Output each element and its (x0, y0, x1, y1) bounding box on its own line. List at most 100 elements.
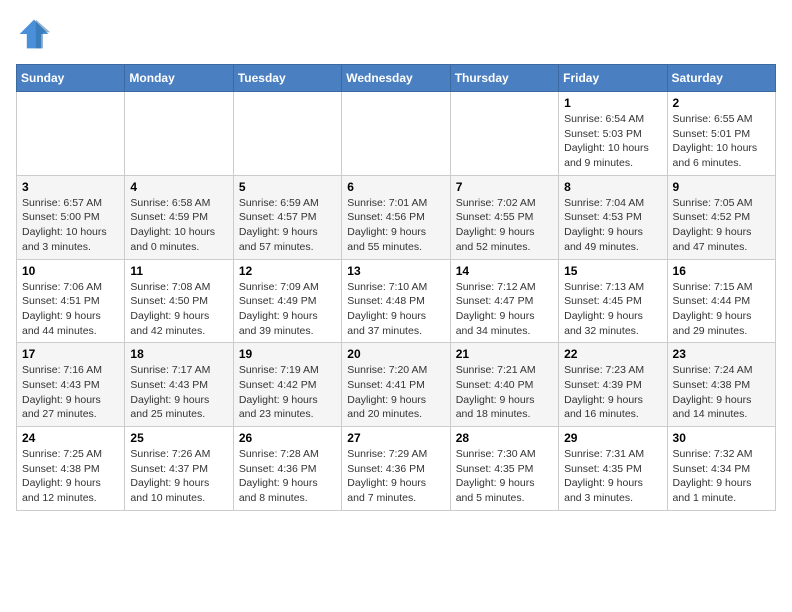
day-number: 18 (130, 347, 227, 361)
day-info: Sunrise: 7:16 AM Sunset: 4:43 PM Dayligh… (22, 363, 119, 422)
day-info: Sunrise: 7:24 AM Sunset: 4:38 PM Dayligh… (673, 363, 770, 422)
day-number: 22 (564, 347, 661, 361)
day-info: Sunrise: 7:20 AM Sunset: 4:41 PM Dayligh… (347, 363, 444, 422)
day-number: 1 (564, 96, 661, 110)
logo (16, 16, 58, 52)
day-number: 5 (239, 180, 336, 194)
calendar-cell: 21 Sunrise: 7:21 AM Sunset: 4:40 PM Dayli… (450, 343, 558, 427)
calendar-cell: 3 Sunrise: 6:57 AM Sunset: 5:00 PM Daylig… (17, 175, 125, 259)
calendar-cell: 13 Sunrise: 7:10 AM Sunset: 4:48 PM Dayli… (342, 259, 450, 343)
calendar-cell: 2 Sunrise: 6:55 AM Sunset: 5:01 PM Daylig… (667, 92, 775, 176)
day-number: 20 (347, 347, 444, 361)
day-info: Sunrise: 6:55 AM Sunset: 5:01 PM Dayligh… (673, 112, 770, 171)
calendar-cell (233, 92, 341, 176)
day-number: 26 (239, 431, 336, 445)
calendar-cell: 6 Sunrise: 7:01 AM Sunset: 4:56 PM Daylig… (342, 175, 450, 259)
day-info: Sunrise: 7:12 AM Sunset: 4:47 PM Dayligh… (456, 280, 553, 339)
day-number: 27 (347, 431, 444, 445)
day-info: Sunrise: 7:25 AM Sunset: 4:38 PM Dayligh… (22, 447, 119, 506)
calendar-cell: 24Sunrise: 7:25 AM Sunset: 4:38 PM Dayli… (17, 427, 125, 511)
day-info: Sunrise: 7:30 AM Sunset: 4:35 PM Dayligh… (456, 447, 553, 506)
day-info: Sunrise: 7:21 AM Sunset: 4:40 PM Dayligh… (456, 363, 553, 422)
day-info: Sunrise: 7:17 AM Sunset: 4:43 PM Dayligh… (130, 363, 227, 422)
day-number: 10 (22, 264, 119, 278)
day-info: Sunrise: 7:31 AM Sunset: 4:35 PM Dayligh… (564, 447, 661, 506)
day-info: Sunrise: 7:08 AM Sunset: 4:50 PM Dayligh… (130, 280, 227, 339)
calendar-cell: 28 Sunrise: 7:30 AM Sunset: 4:35 PM Dayli… (450, 427, 558, 511)
weekday-header: Tuesday (233, 65, 341, 92)
calendar-cell: 17 Sunrise: 7:16 AM Sunset: 4:43 PM Dayli… (17, 343, 125, 427)
day-info: Sunrise: 7:01 AM Sunset: 4:56 PM Dayligh… (347, 196, 444, 255)
calendar-week-row: 24Sunrise: 7:25 AM Sunset: 4:38 PM Dayli… (17, 427, 776, 511)
calendar-cell: 22 Sunrise: 7:23 AM Sunset: 4:39 PM Dayli… (559, 343, 667, 427)
day-info: Sunrise: 7:10 AM Sunset: 4:48 PM Dayligh… (347, 280, 444, 339)
calendar-cell: 14 Sunrise: 7:12 AM Sunset: 4:47 PM Dayli… (450, 259, 558, 343)
day-info: Sunrise: 7:09 AM Sunset: 4:49 PM Dayligh… (239, 280, 336, 339)
day-number: 11 (130, 264, 227, 278)
weekday-header: Friday (559, 65, 667, 92)
day-info: Sunrise: 6:54 AM Sunset: 5:03 PM Dayligh… (564, 112, 661, 171)
calendar-cell: 11 Sunrise: 7:08 AM Sunset: 4:50 PM Dayli… (125, 259, 233, 343)
day-number: 28 (456, 431, 553, 445)
calendar-week-row: 10 Sunrise: 7:06 AM Sunset: 4:51 PM Dayli… (17, 259, 776, 343)
calendar-week-row: 3 Sunrise: 6:57 AM Sunset: 5:00 PM Daylig… (17, 175, 776, 259)
day-info: Sunrise: 6:59 AM Sunset: 4:57 PM Dayligh… (239, 196, 336, 255)
calendar-cell: 29 Sunrise: 7:31 AM Sunset: 4:35 PM Dayli… (559, 427, 667, 511)
weekday-header: Thursday (450, 65, 558, 92)
calendar-cell: 18 Sunrise: 7:17 AM Sunset: 4:43 PM Dayli… (125, 343, 233, 427)
day-info: Sunrise: 7:15 AM Sunset: 4:44 PM Dayligh… (673, 280, 770, 339)
calendar-cell: 10 Sunrise: 7:06 AM Sunset: 4:51 PM Dayli… (17, 259, 125, 343)
weekday-header: Wednesday (342, 65, 450, 92)
logo-icon (16, 16, 52, 52)
day-number: 12 (239, 264, 336, 278)
calendar-cell: 26Sunrise: 7:28 AM Sunset: 4:36 PM Dayli… (233, 427, 341, 511)
calendar-cell: 12 Sunrise: 7:09 AM Sunset: 4:49 PM Dayli… (233, 259, 341, 343)
day-info: Sunrise: 6:57 AM Sunset: 5:00 PM Dayligh… (22, 196, 119, 255)
calendar-week-row: 1 Sunrise: 6:54 AM Sunset: 5:03 PM Daylig… (17, 92, 776, 176)
calendar-cell: 25Sunrise: 7:26 AM Sunset: 4:37 PM Dayli… (125, 427, 233, 511)
day-info: Sunrise: 7:23 AM Sunset: 4:39 PM Dayligh… (564, 363, 661, 422)
calendar-table: SundayMondayTuesdayWednesdayThursdayFrid… (16, 64, 776, 511)
day-number: 2 (673, 96, 770, 110)
calendar-cell: 16 Sunrise: 7:15 AM Sunset: 4:44 PM Dayli… (667, 259, 775, 343)
day-info: Sunrise: 7:05 AM Sunset: 4:52 PM Dayligh… (673, 196, 770, 255)
calendar-cell (342, 92, 450, 176)
day-number: 16 (673, 264, 770, 278)
day-number: 29 (564, 431, 661, 445)
weekday-header: Saturday (667, 65, 775, 92)
calendar-cell: 7 Sunrise: 7:02 AM Sunset: 4:55 PM Daylig… (450, 175, 558, 259)
calendar-cell (125, 92, 233, 176)
day-number: 4 (130, 180, 227, 194)
calendar-cell: 23Sunrise: 7:24 AM Sunset: 4:38 PM Dayli… (667, 343, 775, 427)
day-number: 14 (456, 264, 553, 278)
day-info: Sunrise: 7:32 AM Sunset: 4:34 PM Dayligh… (673, 447, 770, 506)
calendar-cell: 5 Sunrise: 6:59 AM Sunset: 4:57 PM Daylig… (233, 175, 341, 259)
calendar-cell: 30 Sunrise: 7:32 AM Sunset: 4:34 PM Dayli… (667, 427, 775, 511)
day-number: 30 (673, 431, 770, 445)
calendar-cell: 20 Sunrise: 7:20 AM Sunset: 4:41 PM Dayli… (342, 343, 450, 427)
day-info: Sunrise: 7:19 AM Sunset: 4:42 PM Dayligh… (239, 363, 336, 422)
day-info: Sunrise: 7:13 AM Sunset: 4:45 PM Dayligh… (564, 280, 661, 339)
calendar-cell: 27Sunrise: 7:29 AM Sunset: 4:36 PM Dayli… (342, 427, 450, 511)
calendar-cell: 8Sunrise: 7:04 AM Sunset: 4:53 PM Daylig… (559, 175, 667, 259)
weekday-header: Monday (125, 65, 233, 92)
day-number: 3 (22, 180, 119, 194)
day-info: Sunrise: 7:02 AM Sunset: 4:55 PM Dayligh… (456, 196, 553, 255)
calendar-cell: 15Sunrise: 7:13 AM Sunset: 4:45 PM Dayli… (559, 259, 667, 343)
calendar-cell: 19 Sunrise: 7:19 AM Sunset: 4:42 PM Dayli… (233, 343, 341, 427)
day-number: 21 (456, 347, 553, 361)
day-number: 6 (347, 180, 444, 194)
day-number: 13 (347, 264, 444, 278)
day-number: 19 (239, 347, 336, 361)
day-info: Sunrise: 7:06 AM Sunset: 4:51 PM Dayligh… (22, 280, 119, 339)
day-number: 17 (22, 347, 119, 361)
day-number: 7 (456, 180, 553, 194)
weekday-header-row: SundayMondayTuesdayWednesdayThursdayFrid… (17, 65, 776, 92)
day-info: Sunrise: 7:26 AM Sunset: 4:37 PM Dayligh… (130, 447, 227, 506)
weekday-header: Sunday (17, 65, 125, 92)
calendar-cell: 9 Sunrise: 7:05 AM Sunset: 4:52 PM Daylig… (667, 175, 775, 259)
day-number: 9 (673, 180, 770, 194)
calendar-cell: 4Sunrise: 6:58 AM Sunset: 4:59 PM Daylig… (125, 175, 233, 259)
page-header (16, 16, 776, 52)
day-info: Sunrise: 7:04 AM Sunset: 4:53 PM Dayligh… (564, 196, 661, 255)
